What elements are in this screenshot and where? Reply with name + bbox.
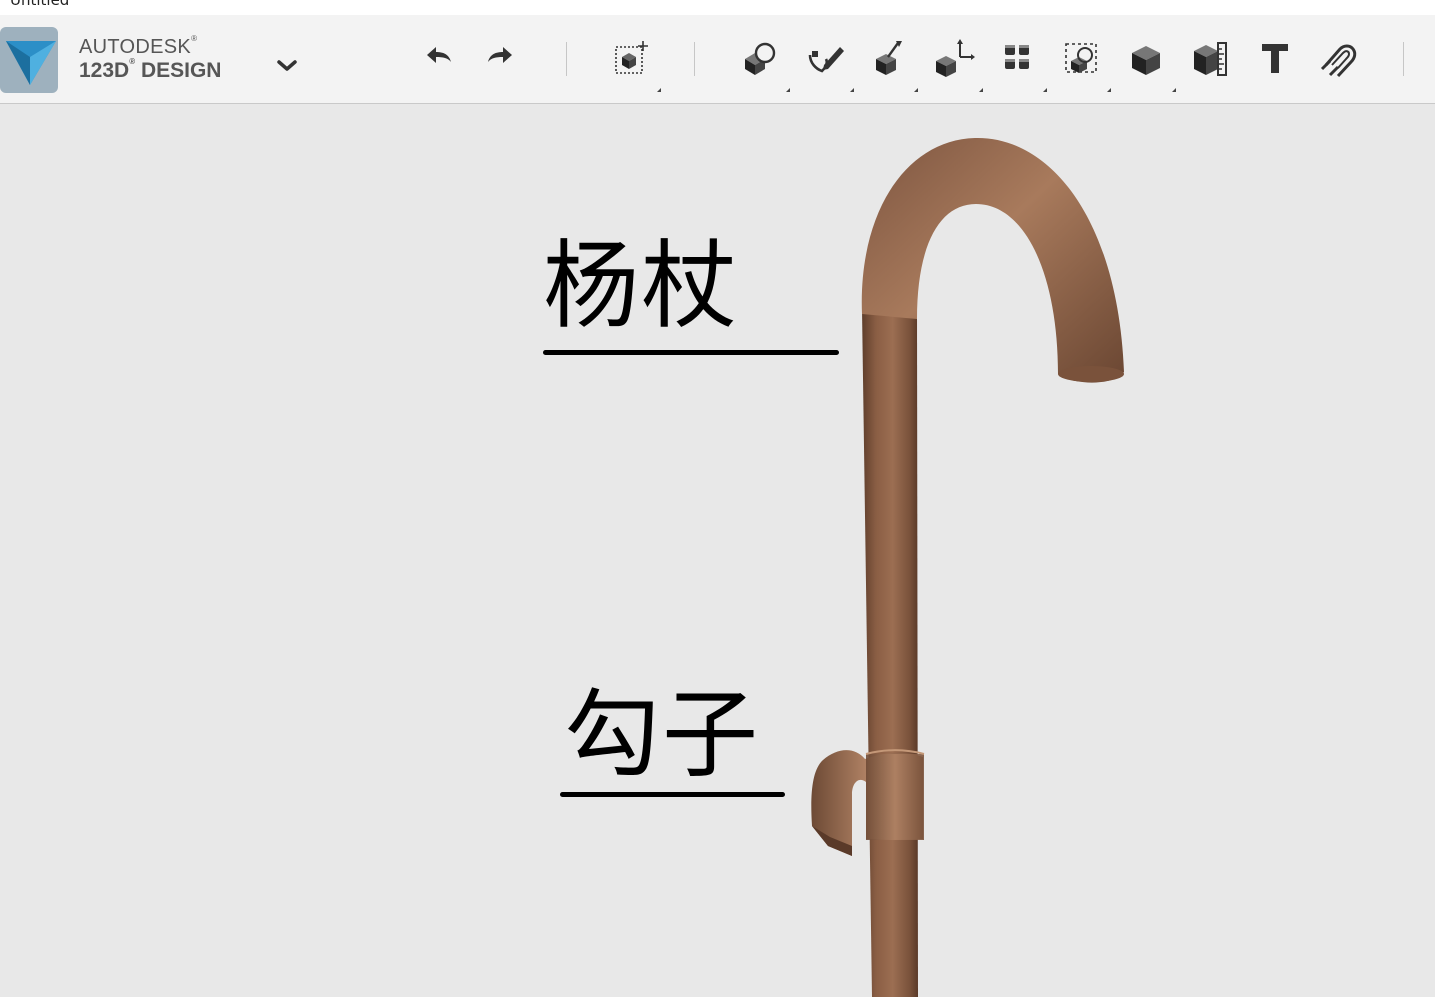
sketch-button[interactable] (802, 35, 848, 81)
brand-line1: AUTODESK (79, 36, 192, 58)
cane-label: 杨杖 (543, 230, 739, 342)
chevron-down-icon (277, 60, 297, 71)
toolbar-separator (694, 42, 695, 76)
group-icon (1065, 43, 1097, 73)
modify-arrows-icon (936, 39, 975, 77)
pattern-grid-icon (1005, 45, 1029, 69)
hook-label-underline (560, 792, 785, 797)
cane-shaft[interactable] (862, 309, 918, 997)
construct-icon (876, 41, 902, 75)
primitives-icon (745, 42, 776, 75)
dropdown-corner (657, 88, 661, 92)
undo-button[interactable] (415, 35, 461, 81)
dropdown-corner (979, 88, 983, 92)
brand-reg-mark: ® (191, 34, 198, 43)
cane-label-underline (543, 350, 839, 355)
text-T-icon (1262, 44, 1288, 73)
redo-button[interactable] (478, 35, 524, 81)
dropdown-corner (1172, 88, 1176, 92)
dropdown-corner (914, 88, 918, 92)
sketch-pen-icon (808, 47, 844, 73)
dropdown-corner (786, 88, 790, 92)
transform-button[interactable] (608, 35, 654, 81)
dropdown-corner (1043, 88, 1047, 92)
transform-box-icon (615, 41, 648, 74)
text-button[interactable] (1252, 35, 1298, 81)
window-title: Untitled (10, 0, 70, 9)
brand-line2-a: 123D (79, 59, 130, 82)
window-title-bar: Untitled (0, 0, 1435, 15)
combine-cube-icon (1132, 46, 1160, 75)
measure-ruler-icon (1194, 42, 1227, 76)
pattern-button[interactable] (995, 35, 1041, 81)
toolbar-separator (566, 42, 567, 76)
hook-label: 勾子 (564, 679, 760, 791)
3d-viewport[interactable]: 杨杖 勾子 (0, 104, 1435, 997)
construct-button[interactable] (866, 35, 912, 81)
app-brand: AUTODESK® 123D® DESIGN (79, 34, 222, 82)
autodesk-123d-logo-icon (0, 27, 58, 93)
toolbar-separator (1403, 42, 1404, 76)
primitives-button[interactable] (737, 35, 783, 81)
dropdown-corner (1107, 88, 1111, 92)
undo-arrow-icon (427, 47, 451, 63)
brand-line2-b: DESIGN (135, 59, 222, 82)
combine-button[interactable] (1123, 35, 1169, 81)
main-toolbar: AUTODESK® 123D® DESIGN (0, 15, 1435, 104)
measure-button[interactable] (1187, 35, 1233, 81)
redo-arrow-icon (488, 47, 512, 63)
snap-magnet-icon (1320, 44, 1357, 78)
brand-reg-mark-2: ® (129, 57, 136, 66)
dropdown-corner (850, 88, 854, 92)
snap-button[interactable] (1316, 35, 1362, 81)
group-button[interactable] (1059, 35, 1105, 81)
app-menu-button[interactable] (270, 53, 304, 79)
modify-button[interactable] (930, 35, 976, 81)
